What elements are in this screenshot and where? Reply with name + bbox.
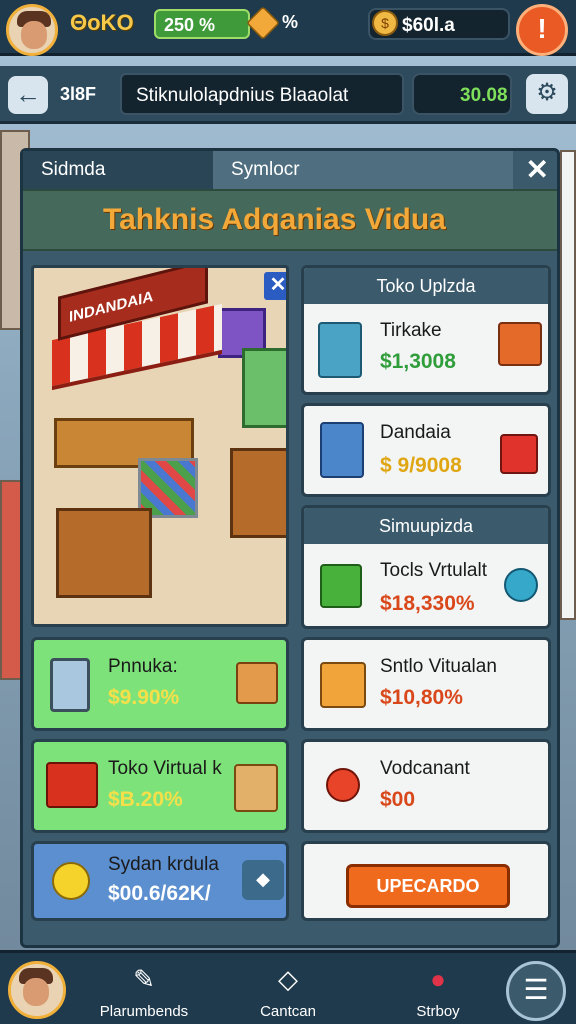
shop-close-icon[interactable]: ✕ xyxy=(264,272,286,300)
store-title: Stiknulolapdnius Blaaolat xyxy=(120,73,404,115)
shop-illustration: INDANDAIA ✕ xyxy=(31,265,289,627)
player-avatar[interactable] xyxy=(6,4,58,56)
item-price: $B.20% xyxy=(108,788,183,811)
item-title: Sydan krdula xyxy=(108,854,219,875)
upgrade-card-toko-virtual[interactable]: Toko Virtual k $B.20% xyxy=(31,739,289,833)
upgrade-card-tirkake[interactable]: Toko Uplzda Tirkake $1,3008 xyxy=(301,265,551,395)
product-icon xyxy=(318,322,362,378)
tab-symlocr[interactable]: Symlocr xyxy=(213,151,513,189)
back-button[interactable]: ← xyxy=(8,76,48,114)
item-price: $9.90% xyxy=(108,686,180,709)
item-price: $18,330% xyxy=(380,592,475,615)
item-title: Toko Virtual k xyxy=(108,758,222,779)
item-price: $10,80% xyxy=(380,686,463,709)
store-icon xyxy=(46,762,98,808)
basket-icon xyxy=(498,322,542,366)
upgrade-card-sntlo[interactable]: Sntlo Vitualan $10,80% xyxy=(301,637,551,731)
edit-icon: ✎ xyxy=(133,964,155,994)
bottom-avatar[interactable] xyxy=(8,961,66,1019)
item-title: Pnnuka: xyxy=(108,656,178,677)
item-price: $00.6/62K/ xyxy=(108,882,211,905)
money-bag-icon: $ xyxy=(372,10,398,36)
shelf xyxy=(242,348,286,428)
percent-symbol: % xyxy=(282,12,299,32)
panel-header: Tahknis Adqanias Vidua xyxy=(23,189,557,251)
lollipop-icon xyxy=(504,568,538,602)
bottom-nav-label: Cantcan xyxy=(260,1003,316,1020)
alert-button[interactable]: ! xyxy=(516,4,568,56)
background-building xyxy=(560,150,576,620)
item-price: $1,3008 xyxy=(380,350,456,373)
bottom-nav-item[interactable]: ● Strboy xyxy=(378,963,498,1020)
upgrade-panel: Sidmda Symlocr ✕ Tahknis Adqanias Vidua … xyxy=(20,148,560,948)
settings-button[interactable]: ⚙ xyxy=(526,74,568,114)
crate-icon xyxy=(236,662,278,704)
bottom-nav-item[interactable]: ✎ Plarumbends xyxy=(84,963,204,1020)
box-icon xyxy=(246,6,280,40)
bottle-counter: 30.08 xyxy=(412,73,512,115)
card-icon: ◇ xyxy=(278,964,298,994)
upgrade-card-vodcanant[interactable]: Vodcanant $00 xyxy=(301,739,551,833)
progress-percent: 250 % xyxy=(154,9,250,39)
nav-code: 3l8F xyxy=(60,84,97,104)
bottom-nav-item[interactable]: ◇ Cantcan xyxy=(228,963,348,1020)
coin-icon xyxy=(52,862,90,900)
bottom-bar: ✎ Plarumbends ◇ Cantcan ● Strboy ☰ xyxy=(0,950,576,1024)
menu-button[interactable]: ☰ xyxy=(506,961,566,1021)
item-title: Vodcanant xyxy=(380,758,470,779)
heart-icon: ● xyxy=(430,964,446,994)
item-title: Dandaia xyxy=(380,422,451,443)
nav-bar: ← 3l8F Stiknulolapdnius Blaaolat 30.08 ⚙ xyxy=(0,66,576,124)
bottom-nav-label: Strboy xyxy=(416,1003,460,1020)
produce-crate xyxy=(56,508,152,598)
item-price: $ 9/9008 xyxy=(380,454,462,477)
top-bar: ΘoKO 250 % % $60l.a $ ! xyxy=(0,0,576,56)
bottom-nav-label: Plarumbends xyxy=(99,1003,189,1020)
upgrade-card-pnnuka[interactable]: Pnnuka: $9.90% xyxy=(31,637,289,731)
cup-icon xyxy=(500,434,538,474)
avatar-image xyxy=(11,964,63,1016)
player-name: ΘoKO xyxy=(70,10,134,35)
vacuum-icon xyxy=(320,422,364,478)
next-arrow-button[interactable]: ◆ xyxy=(242,860,284,900)
upgrade-card-sydan[interactable]: Sydan krdula $00.6/62K/ ◆ xyxy=(31,841,289,921)
fridge-icon xyxy=(50,658,90,712)
upgrade-card-tocls[interactable]: Simuupizda Tocls Vrtulalt $18,330% xyxy=(301,505,551,629)
item-title: Sntlo Vitualan xyxy=(380,656,497,677)
item-price: $00 xyxy=(380,788,416,811)
upgrade-card-dandaia[interactable]: Dandaia $ 9/9008 xyxy=(301,403,551,497)
item-title: Tirkake xyxy=(380,320,442,341)
close-icon[interactable]: ✕ xyxy=(526,153,549,186)
card-header: Toko Uplzda xyxy=(304,268,548,304)
bag-icon xyxy=(320,564,362,608)
register-icon xyxy=(320,662,366,708)
item-title: Tocls Vrtulalt xyxy=(380,560,487,581)
fruit-stall xyxy=(230,448,286,538)
card-header: Simuupizda xyxy=(304,508,548,544)
tool-icon xyxy=(326,768,360,802)
plant-box-icon xyxy=(234,764,278,812)
upgrade-button[interactable]: UPECARDO xyxy=(346,864,510,908)
tab-sidmda[interactable]: Sidmda xyxy=(23,151,213,189)
upgrade-button-card: UPECARDO xyxy=(301,841,551,921)
panel-title: Tahknis Adqanias Vidua xyxy=(103,203,446,236)
